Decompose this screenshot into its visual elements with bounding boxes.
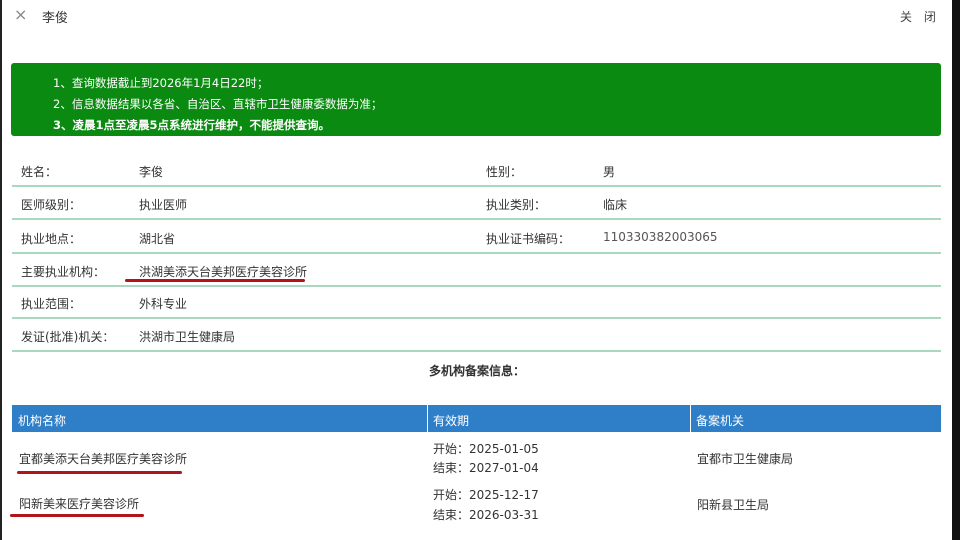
section-title: 多机构备案信息： xyxy=(428,364,525,378)
divider xyxy=(427,405,428,432)
end-date: 结束：2026-03-31 xyxy=(433,508,539,522)
label: 执业类别： xyxy=(486,198,547,212)
value: 外科专业 xyxy=(139,297,188,311)
info-row-level: 医师级别： 执业医师 执业类别： 临床 xyxy=(12,187,941,220)
divider xyxy=(690,405,691,432)
info-row-issuer: 发证(批准)机关： 洪湖市卫生健康局 xyxy=(12,319,941,352)
label: 执业证书编码： xyxy=(486,232,571,246)
info-row-institution: 主要执业机构： 洪湖美添天台美邦医疗美容诊所 xyxy=(12,254,941,287)
end-date: 结束：2027-01-04 xyxy=(433,461,539,475)
start-date: 开始：2025-01-05 xyxy=(433,442,539,456)
table-header: 机构名称 有效期 备案机关 xyxy=(12,405,941,432)
label: 姓名： xyxy=(21,165,58,179)
page-title: 李俊 xyxy=(42,11,69,26)
close-button[interactable]: 关 闭 xyxy=(900,8,940,25)
value: 男 xyxy=(603,165,616,179)
info-row-name: 姓名： 李俊 性别： 男 xyxy=(12,154,941,187)
label: 性别： xyxy=(486,165,523,179)
registry-org: 阳新县卫生局 xyxy=(697,498,770,512)
info-row-scope: 执业范围： 外科专业 xyxy=(12,286,941,319)
label: 发证(批准)机关： xyxy=(21,330,115,344)
institution-name: 阳新美来医疗美容诊所 xyxy=(19,497,140,511)
column-header: 机构名称 xyxy=(18,414,67,428)
value: 临床 xyxy=(603,198,628,212)
value: 李俊 xyxy=(139,165,164,179)
notice-line: 3、凌晨1点至凌晨5点系统进行维护，不能提供查询。 xyxy=(53,118,331,132)
start-date: 开始：2025-12-17 xyxy=(433,488,539,502)
notice-box: 1、查询数据截止到2026年1月4日22时； 2、信息数据结果以各省、自治区、直… xyxy=(11,63,941,136)
label: 医师级别： xyxy=(21,198,82,212)
red-underline-annotation xyxy=(125,279,305,282)
notice-line: 1、查询数据截止到2026年1月4日22时； xyxy=(53,76,269,90)
info-row-location: 执业地点： 湖北省 执业证书编码： 110330382003065 xyxy=(12,221,941,254)
value: 洪湖美添天台美邦医疗美容诊所 xyxy=(139,265,308,279)
label: 主要执业机构： xyxy=(21,265,106,279)
close-icon[interactable]: × xyxy=(14,5,27,24)
institution-name: 宜都美添天台美邦医疗美容诊所 xyxy=(19,452,188,466)
notice-line: 2、信息数据结果以各省、自治区、直辖市卫生健康委数据为准； xyxy=(53,97,383,111)
value: 110330382003065 xyxy=(603,230,718,244)
registry-org: 宜都市卫生健康局 xyxy=(697,452,794,466)
column-header: 备案机关 xyxy=(696,414,745,428)
table-row: 阳新美来医疗美容诊所 开始：2025-12-17 结束：2026-03-31 阳… xyxy=(12,480,941,528)
label: 执业地点： xyxy=(21,232,82,246)
red-underline-annotation xyxy=(17,471,182,474)
value: 湖北省 xyxy=(139,232,176,246)
column-header: 有效期 xyxy=(433,414,470,428)
label: 执业范围： xyxy=(21,297,82,311)
value: 洪湖市卫生健康局 xyxy=(139,330,236,344)
red-underline-annotation xyxy=(10,514,144,517)
value: 执业医师 xyxy=(139,198,188,212)
